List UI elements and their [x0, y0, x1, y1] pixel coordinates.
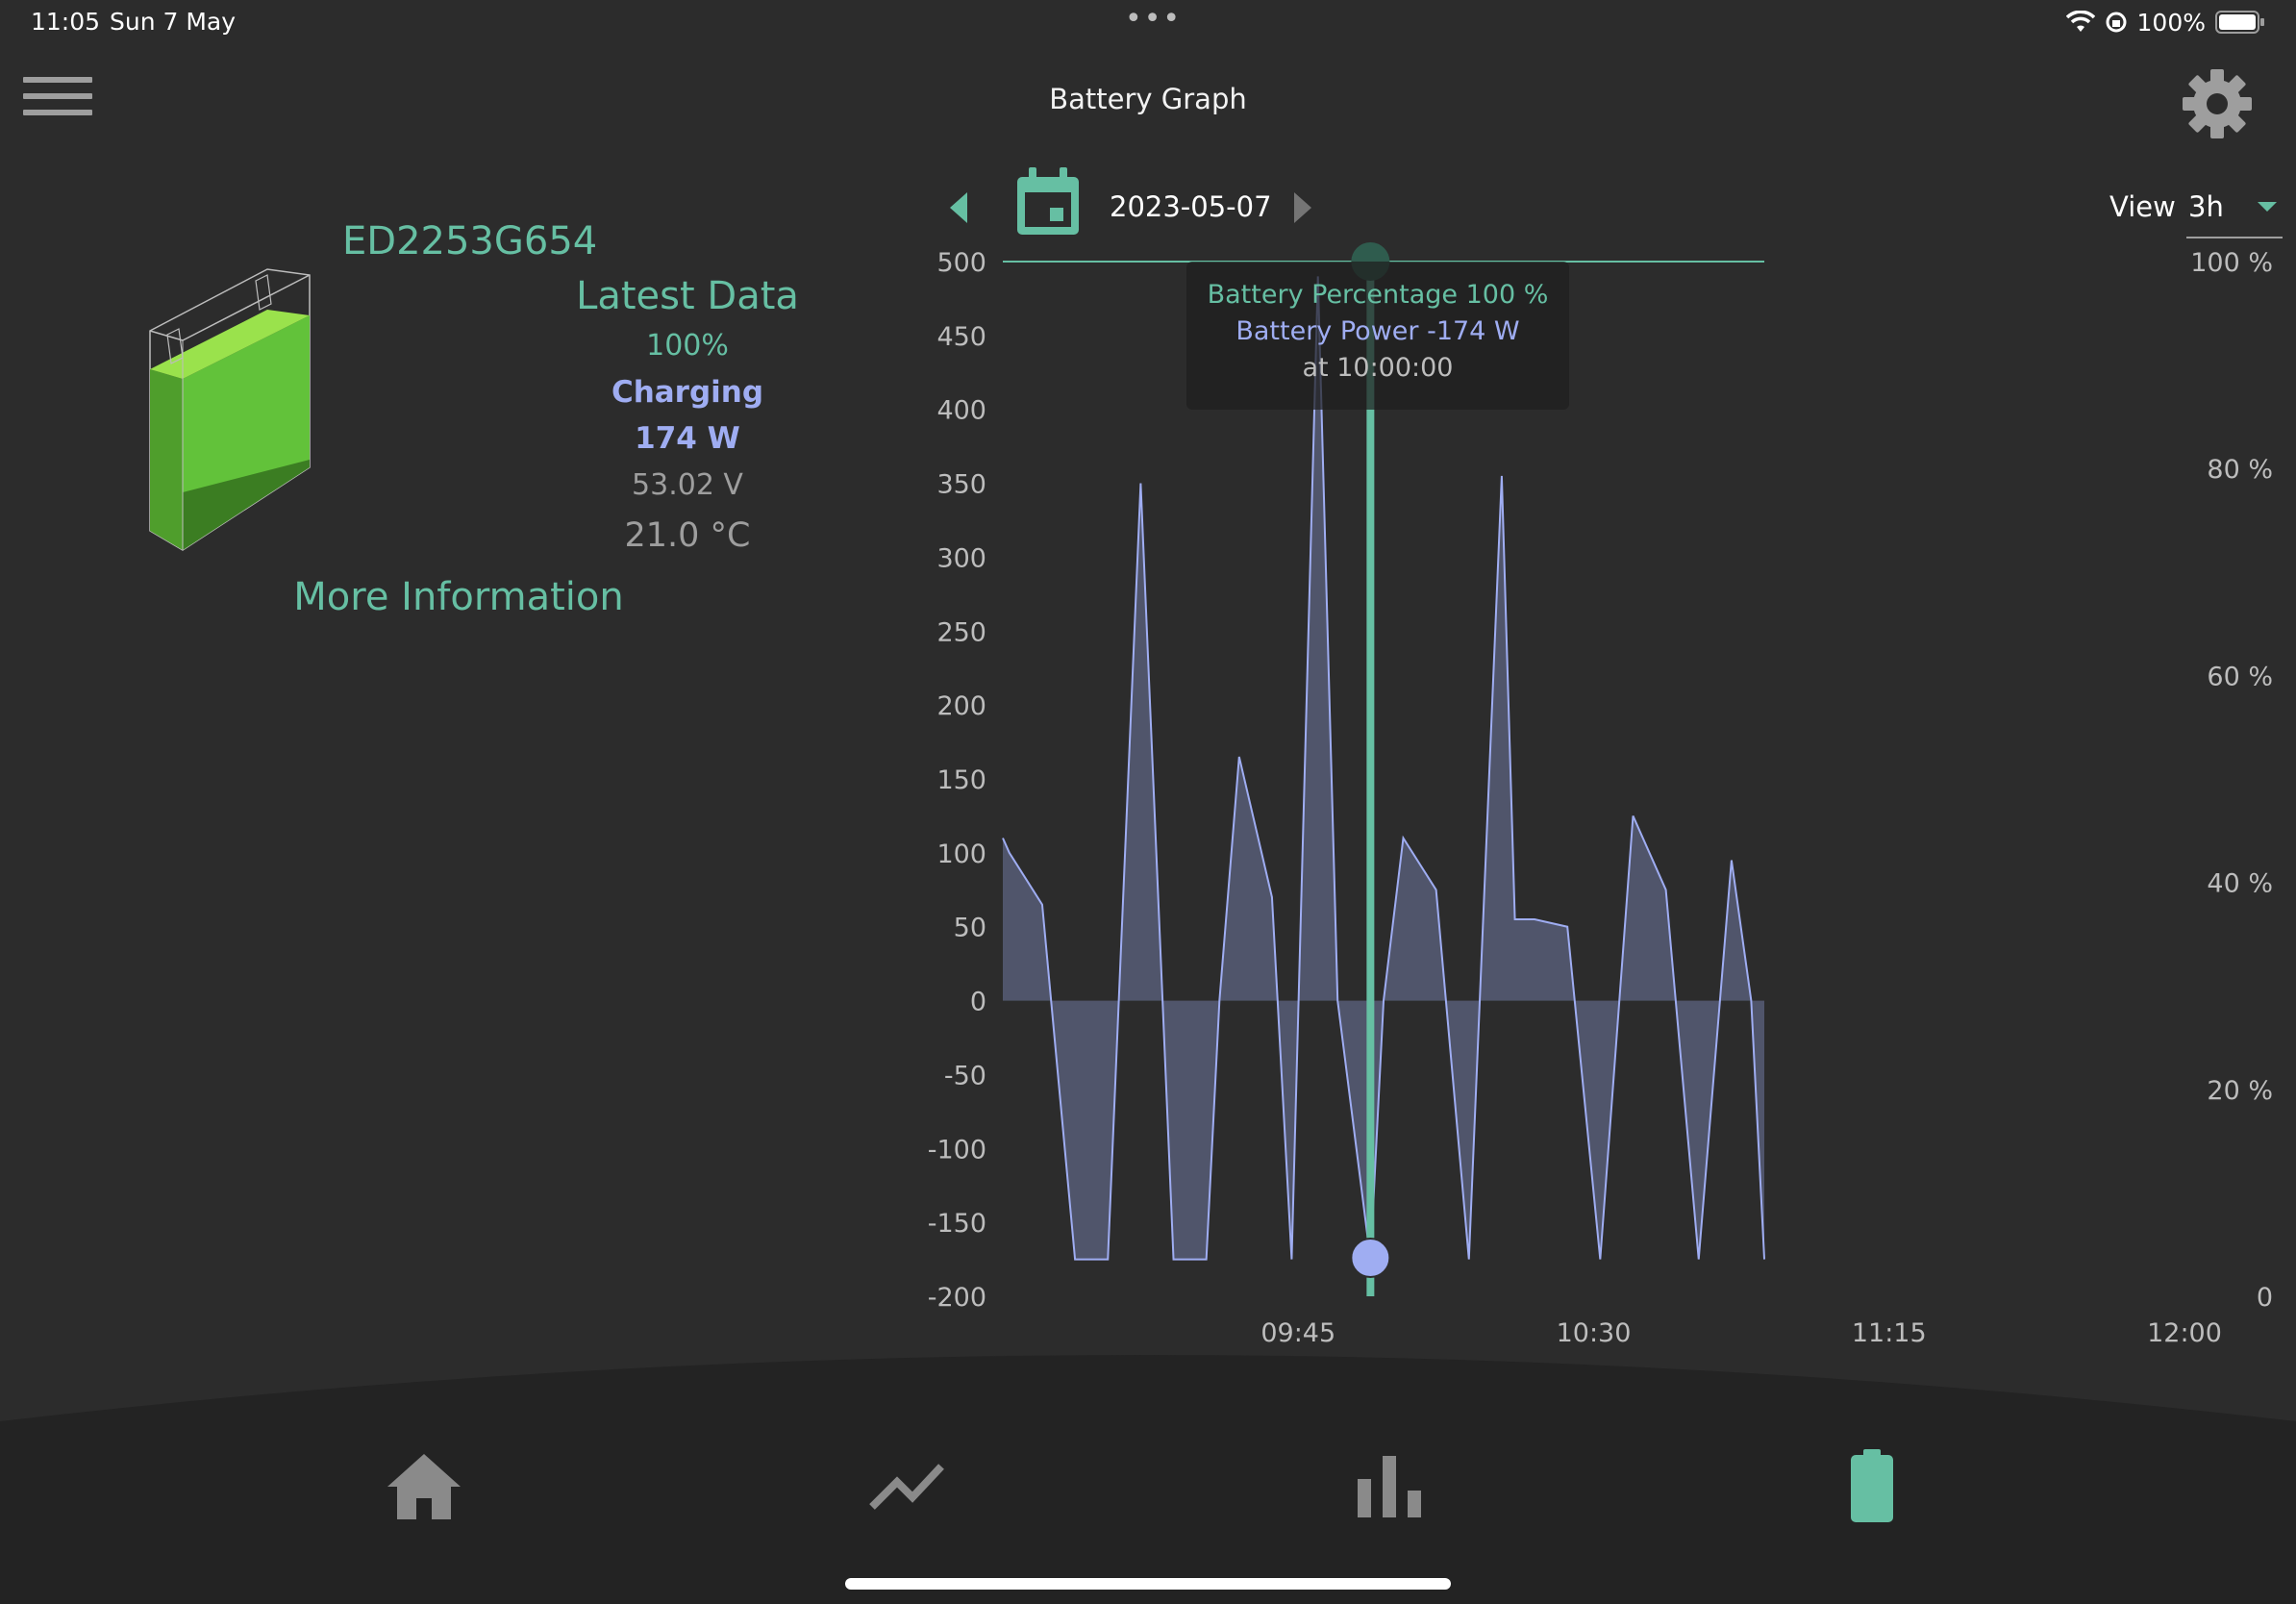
- nav-home[interactable]: [381, 1442, 467, 1529]
- y-axis-tick-label: 500: [936, 248, 986, 278]
- nav-battery[interactable]: [1829, 1442, 1915, 1529]
- x-axis-tick-label: 09:45: [1260, 1318, 1335, 1348]
- selected-power-point: [1350, 1238, 1391, 1279]
- battery-chart[interactable]: 500450400350300250200150100500-50-100-15…: [0, 0, 2296, 1366]
- y-axis-tick-label: 0: [970, 988, 986, 1017]
- y-axis-tick-label: 150: [936, 765, 986, 795]
- y-axis-tick-label: -50: [944, 1061, 986, 1090]
- tooltip-percentage: Battery Percentage 100 %: [1207, 280, 1549, 310]
- y-axis-tick-label: 200: [936, 691, 986, 721]
- series-line-battery-power: [1002, 276, 1766, 1261]
- bar-chart-icon: [1358, 1456, 1421, 1517]
- y-axis-right-tick-label: 20 %: [2207, 1076, 2273, 1106]
- y-axis-tick-label: -200: [928, 1283, 986, 1313]
- trend-line-icon: [869, 1464, 944, 1510]
- y-axis-tick-label: 50: [954, 914, 986, 943]
- y-axis-tick-label: 350: [936, 470, 986, 500]
- y-axis-tick-label: 400: [936, 396, 986, 426]
- y-axis-right-tick-label: 100 %: [2190, 248, 2273, 278]
- y-axis-right-tick-label: 40 %: [2207, 869, 2273, 899]
- y-axis-right-tick-label: 80 %: [2207, 455, 2273, 485]
- y-axis-tick-label: 250: [936, 617, 986, 647]
- battery-icon: [1851, 1449, 1893, 1522]
- y-axis-tick-label: 100: [936, 840, 986, 869]
- tooltip-time: at 10:00:00: [1302, 353, 1454, 383]
- tooltip-power: Battery Power -174 W: [1235, 316, 1520, 346]
- series-area-battery-power: [1003, 276, 1765, 1260]
- nav-statistics[interactable]: [1346, 1442, 1433, 1529]
- y-axis-tick-label: 300: [936, 543, 986, 573]
- y-axis-tick-label: 450: [936, 322, 986, 352]
- y-axis-tick-label: -100: [928, 1135, 986, 1165]
- y-axis-right-tick-label: 60 %: [2207, 662, 2273, 691]
- bottom-navigation: [0, 1355, 2296, 1604]
- y-axis-right-tick-label: 0: [2257, 1283, 2273, 1313]
- home-icon: [387, 1454, 461, 1519]
- x-axis-tick-label: 11:15: [1852, 1318, 1927, 1348]
- x-axis-tick-label: 12:00: [2147, 1318, 2222, 1348]
- y-axis-tick-label: -150: [928, 1209, 986, 1239]
- home-indicator[interactable]: [845, 1578, 1451, 1590]
- chart-tooltip: Battery Percentage 100 % Battery Power -…: [1186, 262, 1569, 410]
- nav-trend[interactable]: [863, 1442, 950, 1529]
- x-axis-tick-label: 10:30: [1557, 1318, 1632, 1348]
